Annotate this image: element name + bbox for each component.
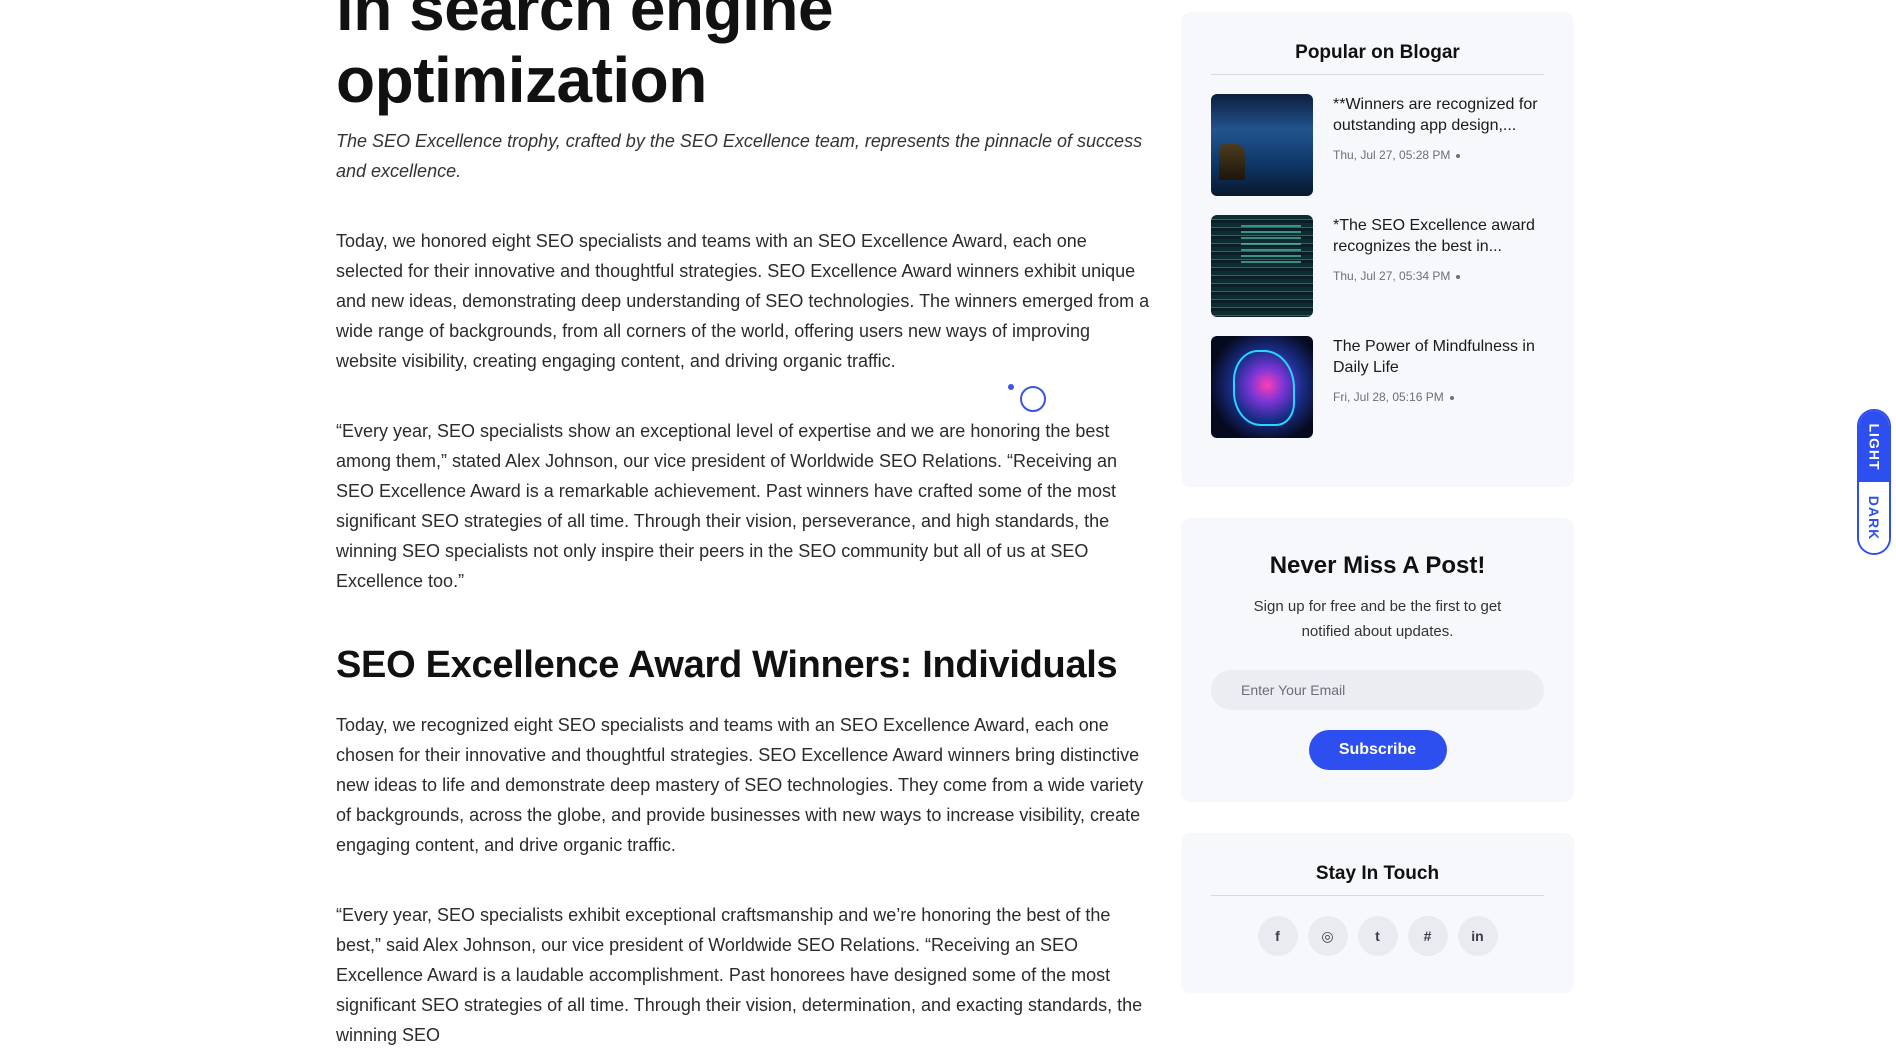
post-title-link[interactable]: *The SEO Excellence award recognizes the… (1333, 215, 1544, 257)
post-title-link[interactable]: The Power of Mindfulness in Daily Life (1333, 336, 1544, 378)
article-paragraph: “Every year, SEO specialists exhibit exc… (336, 905, 1143, 1045)
popular-post-item[interactable]: **Winners are recognized for outstanding… (1211, 94, 1544, 196)
post-info: *The SEO Excellence award recognizes the… (1333, 215, 1544, 317)
twitter-icon[interactable]: t (1357, 916, 1398, 956)
post-date: Fri, Jul 28, 05:16 PM (1333, 390, 1544, 404)
stay-in-touch-heading: Stay In Touch (1211, 863, 1544, 896)
email-field[interactable] (1211, 670, 1544, 710)
section-heading: SEO Excellence Award Winners: Individual… (336, 644, 1118, 686)
meta-separator-dot (1456, 274, 1461, 279)
article-paragraph: “Every year, SEO specialists show an exc… (336, 421, 1118, 591)
instagram-icon[interactable]: ◎ (1307, 916, 1348, 956)
post-info: **Winners are recognized for outstanding… (1333, 94, 1544, 196)
article-paragraph: Today, we honored eight SEO specialists … (336, 231, 1150, 371)
post-date-text: Thu, Jul 27, 05:28 PM (1333, 148, 1451, 162)
newsletter-subtext: Sign up for free and be the first to get… (1253, 598, 1502, 640)
article: in search engine optimization The SEO Ex… (336, 0, 1156, 1050)
meta-separator-dot (1449, 395, 1454, 400)
article-paragraph: Today, we recognized eight SEO specialis… (336, 715, 1144, 855)
popular-post-item[interactable]: The Power of Mindfulness in Daily Life F… (1211, 336, 1544, 438)
theme-light-button[interactable]: LIGHT (1859, 411, 1889, 482)
post-date-text: Fri, Jul 28, 05:16 PM (1333, 390, 1444, 404)
article-lead: The SEO Excellence trophy, crafted by th… (336, 131, 1143, 181)
theme-toggle: LIGHT DARK (1857, 409, 1891, 555)
newsletter-widget: Never Miss A Post! Sign up for free and … (1181, 518, 1574, 802)
post-title-link[interactable]: **Winners are recognized for outstanding… (1333, 94, 1544, 136)
newsletter-heading: Never Miss A Post! (1269, 552, 1486, 579)
stay-in-touch-widget: Stay In Touch f ◎ t # in (1181, 833, 1574, 993)
spinner-dot (1008, 384, 1014, 390)
subscribe-button[interactable]: Subscribe (1308, 730, 1447, 770)
article-title-line: optimization (336, 44, 707, 116)
theme-dark-button[interactable]: DARK (1859, 482, 1889, 553)
post-thumbnail[interactable] (1211, 215, 1313, 317)
linkedin-icon[interactable]: in (1457, 916, 1498, 956)
page: in search engine optimization The SEO Ex… (0, 0, 1896, 1045)
theme-light-label: LIGHT (1866, 423, 1882, 470)
theme-dark-label: DARK (1866, 495, 1883, 540)
social-links: f ◎ t # in (1181, 916, 1574, 956)
article-title: in search engine optimization (336, 0, 1156, 116)
slack-icon[interactable]: # (1407, 916, 1448, 956)
article-title-line: in search engine (336, 0, 834, 44)
popular-post-item[interactable]: *The SEO Excellence award recognizes the… (1211, 215, 1544, 317)
post-date: Thu, Jul 27, 05:28 PM (1333, 148, 1544, 162)
meta-separator-dot (1456, 153, 1461, 158)
loading-spinner (1008, 384, 1048, 424)
post-date-text: Thu, Jul 27, 05:34 PM (1333, 269, 1451, 283)
popular-posts-widget: Popular on Blogar **Winners are recogniz… (1181, 12, 1574, 487)
spinner-ring (1020, 386, 1046, 412)
post-thumbnail[interactable] (1211, 336, 1313, 438)
facebook-icon[interactable]: f (1257, 916, 1298, 956)
post-info: The Power of Mindfulness in Daily Life F… (1333, 336, 1544, 438)
popular-posts-heading: Popular on Blogar (1211, 42, 1544, 75)
post-thumbnail[interactable] (1211, 94, 1313, 196)
post-date: Thu, Jul 27, 05:34 PM (1333, 269, 1544, 283)
